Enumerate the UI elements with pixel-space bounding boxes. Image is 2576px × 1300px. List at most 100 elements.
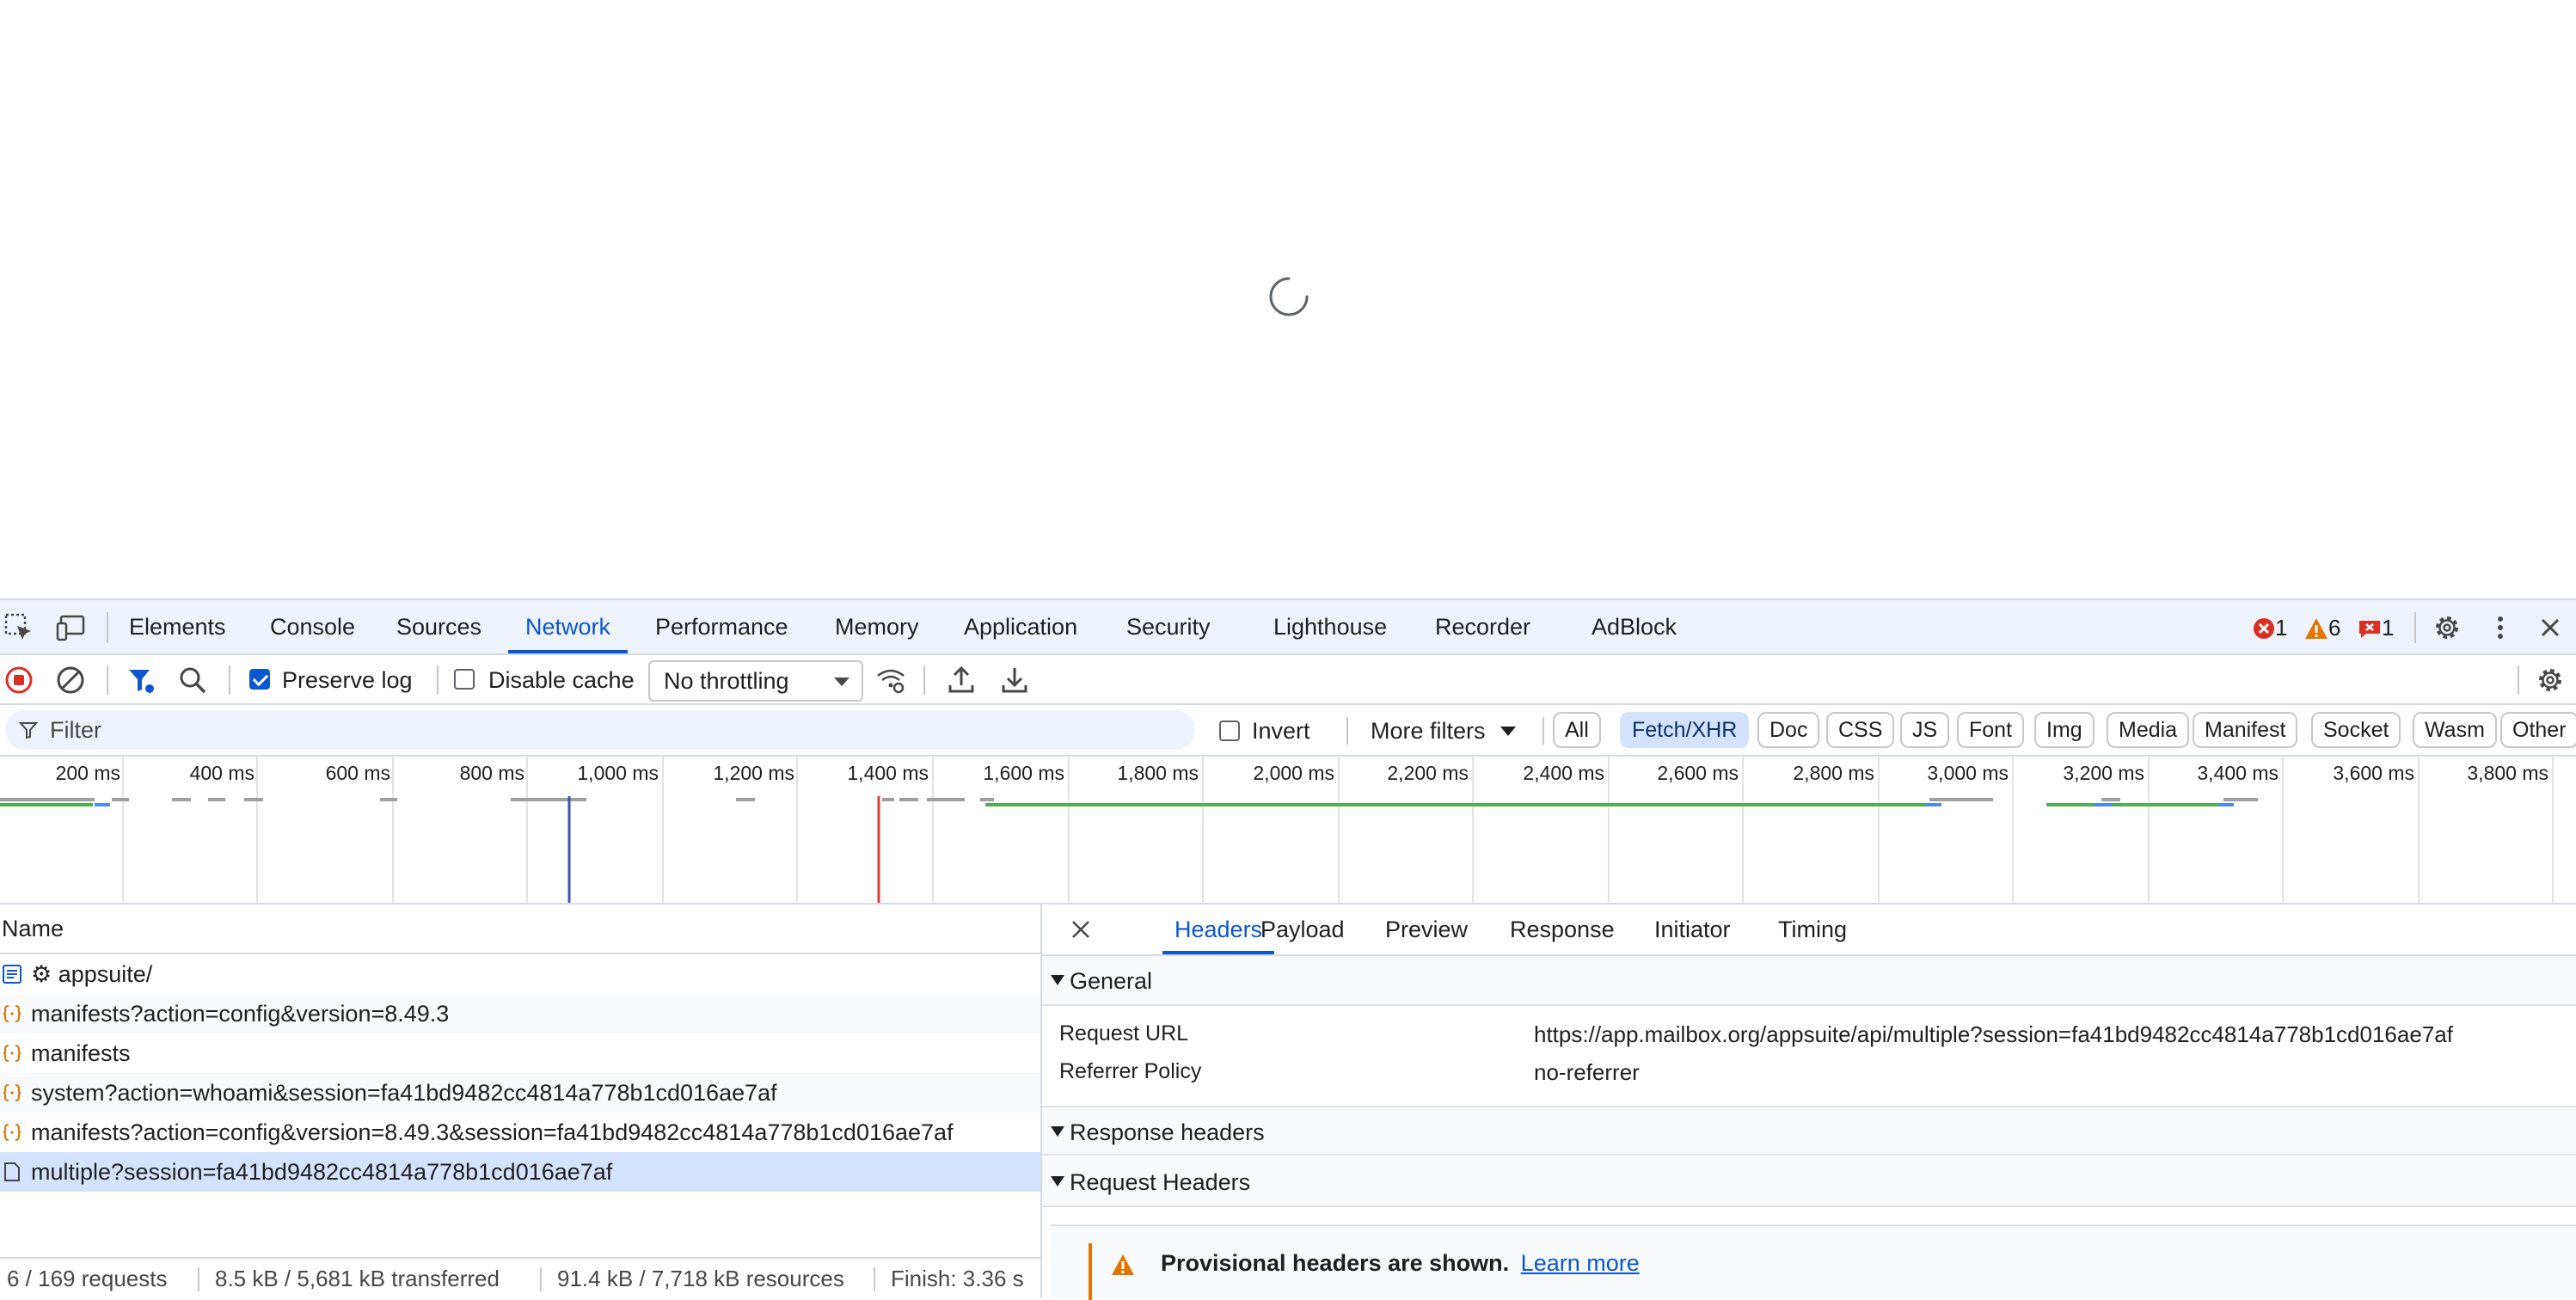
finish-time: Finish: 3.36 s bbox=[891, 1266, 1024, 1291]
error-counter[interactable]: 1 bbox=[2253, 614, 2287, 641]
tabbar-divider bbox=[107, 612, 108, 643]
filterbar-divider bbox=[1346, 717, 1348, 745]
tab-recorder[interactable]: Recorder bbox=[1435, 600, 1530, 653]
referrer-policy-value: no-referrer bbox=[1534, 1059, 1640, 1085]
file-icon bbox=[4, 1162, 20, 1181]
inspect-element-icon[interactable] bbox=[3, 612, 34, 643]
request-row-appsuite[interactable]: ⚙ appsuite/ bbox=[0, 954, 1040, 994]
tab-adblock[interactable]: AdBlock bbox=[1592, 600, 1677, 653]
expand-triangle-icon bbox=[1051, 1176, 1064, 1187]
disable-cache-label[interactable]: Disable cache bbox=[488, 655, 635, 705]
close-details-icon[interactable] bbox=[1070, 918, 1092, 941]
status-divider bbox=[198, 1267, 199, 1291]
request-row-manifests-config-session[interactable]: manifests?action=config&version=8.49.3&s… bbox=[0, 1113, 1040, 1152]
tab-response[interactable]: Response bbox=[1510, 904, 1615, 954]
chip-wasm[interactable]: Wasm bbox=[2413, 712, 2497, 748]
chip-js[interactable]: JS bbox=[1900, 712, 1950, 748]
filter-input[interactable]: Filter bbox=[5, 710, 1195, 750]
stop-recording-icon[interactable] bbox=[3, 665, 34, 696]
export-har-icon[interactable] bbox=[999, 665, 1030, 696]
device-toolbar-icon[interactable] bbox=[55, 612, 86, 643]
network-overview-timeline[interactable]: 200 ms 400 ms 600 ms 800 ms 1,000 ms 1,2… bbox=[0, 757, 2576, 904]
error-icon bbox=[2254, 618, 2274, 639]
request-headers-section-header[interactable]: Request Headers bbox=[1042, 1157, 2576, 1207]
response-headers-section-header[interactable]: Response headers bbox=[1042, 1106, 2576, 1156]
chip-all[interactable]: All bbox=[1553, 712, 1601, 748]
issues-count: 1 bbox=[2382, 615, 2395, 641]
chevron-down-icon bbox=[1500, 727, 1517, 736]
tab-performance[interactable]: Performance bbox=[655, 600, 788, 653]
request-row-system-whoami[interactable]: system?action=whoami&session=fa41bd9482c… bbox=[0, 1073, 1040, 1113]
filter-icon bbox=[19, 722, 38, 739]
more-options-icon[interactable] bbox=[2485, 612, 2516, 643]
name-column-header[interactable]: Name bbox=[0, 904, 1042, 954]
import-har-icon[interactable] bbox=[946, 665, 977, 696]
request-name: manifests bbox=[31, 1040, 131, 1066]
tab-preview[interactable]: Preview bbox=[1385, 904, 1468, 954]
tab-security[interactable]: Security bbox=[1126, 600, 1211, 653]
tab-initiator[interactable]: Initiator bbox=[1654, 904, 1731, 954]
warning-counter[interactable]: 6 bbox=[2304, 614, 2340, 641]
chip-font[interactable]: Font bbox=[1957, 712, 2025, 748]
referrer-policy-key: Referrer Policy bbox=[1059, 1059, 1202, 1083]
network-conditions-icon[interactable] bbox=[875, 665, 906, 696]
chip-manifest[interactable]: Manifest bbox=[2193, 712, 2298, 748]
tab-headers[interactable]: Headers bbox=[1162, 904, 1275, 954]
request-row-manifests[interactable]: manifests bbox=[0, 1033, 1040, 1073]
warning-icon bbox=[1112, 1254, 1134, 1275]
search-icon[interactable] bbox=[177, 665, 208, 696]
filter-funnel-icon[interactable] bbox=[126, 665, 156, 696]
clear-log-icon[interactable] bbox=[55, 665, 86, 696]
json-icon bbox=[3, 1005, 21, 1022]
resources-size: 91.4 kB / 7,718 kB resources bbox=[557, 1266, 844, 1291]
expand-triangle-icon bbox=[1051, 1126, 1064, 1137]
issues-counter[interactable]: 1 bbox=[2358, 614, 2394, 641]
chip-other[interactable]: Other bbox=[2500, 712, 2576, 748]
warning-count: 6 bbox=[2328, 615, 2341, 641]
tab-timing[interactable]: Timing bbox=[1778, 904, 1847, 954]
chip-img[interactable]: Img bbox=[2034, 712, 2095, 748]
request-name: ⚙ appsuite/ bbox=[31, 961, 153, 987]
chevron-down-icon bbox=[834, 678, 849, 686]
chip-doc[interactable]: Doc bbox=[1757, 712, 1820, 748]
tab-application[interactable]: Application bbox=[964, 600, 1077, 653]
overview-waterfall bbox=[0, 796, 2258, 903]
provisional-text: Provisional headers are shown. bbox=[1161, 1250, 1510, 1276]
toolbar-divider bbox=[107, 665, 108, 695]
invert-checkbox[interactable] bbox=[1219, 721, 1240, 741]
tab-network[interactable]: Network bbox=[507, 600, 629, 653]
response-headers-label: Response headers bbox=[1070, 1119, 1265, 1145]
request-row-multiple[interactable]: multiple?session=fa41bd9482cc4814a778b1c… bbox=[0, 1152, 1040, 1192]
request-count: 6 / 169 requests bbox=[7, 1266, 168, 1291]
tab-payload[interactable]: Payload bbox=[1260, 904, 1345, 954]
tab-elements[interactable]: Elements bbox=[129, 600, 226, 653]
chip-media[interactable]: Media bbox=[2107, 712, 2190, 748]
more-filters-label: More filters bbox=[1371, 718, 1486, 744]
request-details-panel: Headers Payload Preview Response Initiat… bbox=[1042, 904, 2576, 1300]
network-settings-gear-icon[interactable] bbox=[2535, 665, 2566, 696]
tab-console[interactable]: Console bbox=[270, 600, 355, 653]
request-url-key: Request URL bbox=[1059, 1021, 1189, 1046]
request-name: multiple?session=fa41bd9482cc4814a778b1c… bbox=[31, 1159, 613, 1185]
more-filters-dropdown[interactable]: More filters bbox=[1371, 705, 1517, 757]
learn-more-link[interactable]: Learn more bbox=[1521, 1250, 1640, 1276]
chip-fetch-xhr[interactable]: Fetch/XHR bbox=[1620, 712, 1750, 748]
chip-socket[interactable]: Socket bbox=[2311, 712, 2401, 748]
close-devtools-icon[interactable] bbox=[2535, 612, 2566, 643]
tab-lighthouse[interactable]: Lighthouse bbox=[1273, 600, 1387, 653]
loading-spinner-icon bbox=[1269, 277, 1309, 316]
preserve-log-checkbox[interactable] bbox=[249, 669, 270, 690]
tab-memory[interactable]: Memory bbox=[835, 600, 919, 653]
issue-icon bbox=[2359, 621, 2380, 638]
general-section-header[interactable]: General bbox=[1042, 956, 2576, 1006]
settings-gear-icon[interactable] bbox=[2432, 612, 2463, 643]
disable-cache-checkbox[interactable] bbox=[454, 669, 475, 690]
invert-label[interactable]: Invert bbox=[1252, 705, 1310, 757]
tab-sources[interactable]: Sources bbox=[396, 600, 481, 653]
preserve-log-label[interactable]: Preserve log bbox=[282, 655, 413, 705]
chip-css[interactable]: CSS bbox=[1826, 712, 1895, 748]
request-row-manifests-config[interactable]: manifests?action=config&version=8.49.3 bbox=[0, 994, 1040, 1033]
throttling-value: No throttling bbox=[664, 668, 789, 694]
json-icon bbox=[3, 1124, 21, 1141]
throttling-select[interactable]: No throttling bbox=[648, 660, 863, 702]
